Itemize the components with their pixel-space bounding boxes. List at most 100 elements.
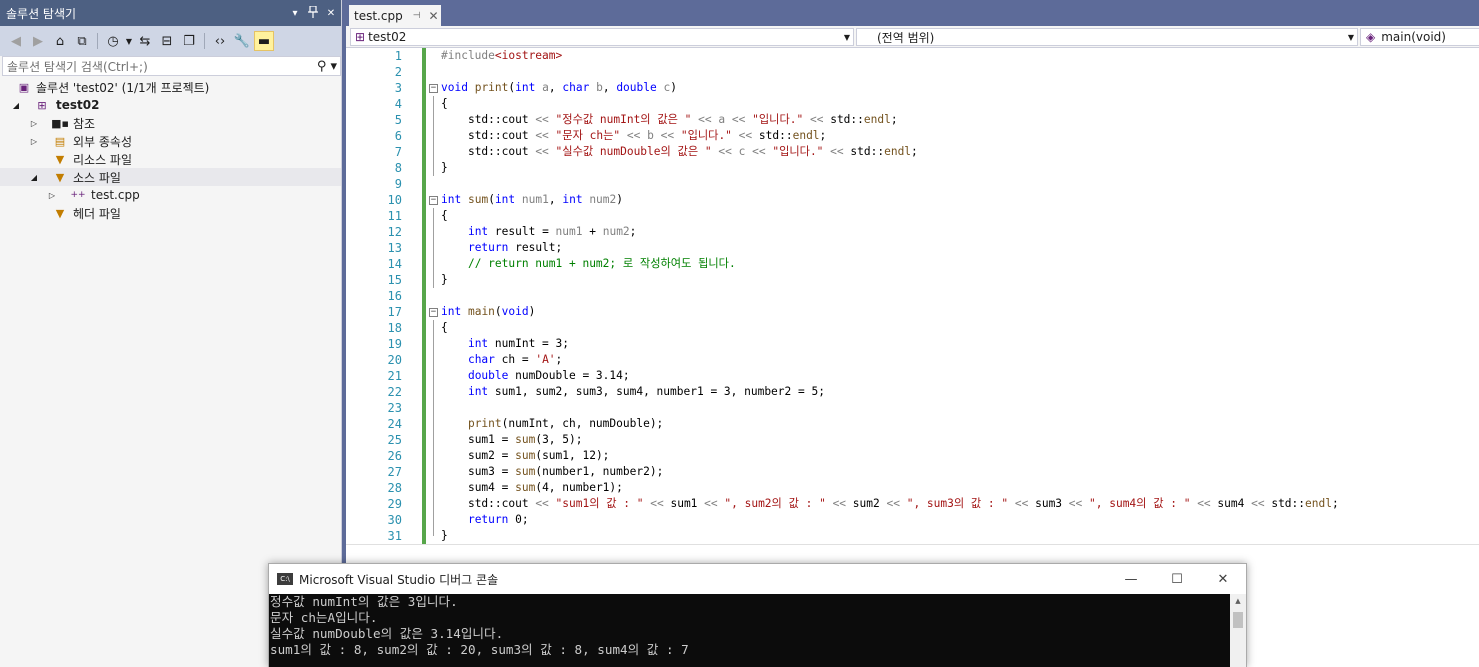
keyword: int	[467, 225, 489, 238]
collapsed-arrow-icon[interactable]: ▷	[46, 191, 58, 200]
close-icon[interactable]: ✕	[323, 8, 339, 19]
scope-dropdown[interactable]: (전역 범위) ▼	[856, 28, 1358, 46]
show-all-files-icon[interactable]: ❐	[179, 31, 199, 51]
brace: {	[441, 321, 448, 334]
code-text: (4, number1);	[535, 481, 623, 494]
close-icon[interactable]: ✕	[1200, 572, 1246, 587]
line-number: 12	[387, 225, 402, 239]
tree-item-resource-files[interactable]: ▼ 리소스 파일	[0, 150, 341, 168]
tree-item-header-files[interactable]: ▼ 헤더 파일	[0, 204, 341, 222]
string-literal: "입니다."	[772, 145, 824, 158]
code-text: result;	[508, 241, 563, 254]
line-number: 24	[387, 417, 402, 431]
line-number: 31	[387, 529, 402, 543]
dropdown-arrow-icon[interactable]: ▼	[125, 31, 133, 51]
keyword: int	[494, 193, 516, 206]
operator: <<	[698, 113, 712, 126]
code-line: − int sum(int num1, int num2)	[429, 193, 624, 206]
punct: ;	[629, 225, 637, 238]
collapse-toggle-icon[interactable]: −	[429, 84, 438, 93]
home-icon[interactable]: ⌂	[50, 31, 70, 51]
code-text: sum2	[846, 497, 887, 510]
line-number: 22	[387, 385, 402, 399]
minimize-icon[interactable]: —	[1108, 572, 1154, 587]
code-line: std::cout << "문자 ch는" << b << "입니다." << …	[429, 128, 1479, 144]
debug-console-window[interactable]: C:\ Microsoft Visual Studio 디버그 콘솔 — ☐ ✕…	[268, 563, 1247, 667]
pending-changes-filter-icon[interactable]: ◷	[103, 31, 123, 51]
namespace: std::	[1271, 497, 1306, 510]
line-number: 5	[394, 113, 402, 127]
collapsed-arrow-icon[interactable]: ▷	[28, 137, 40, 146]
preview-selected-items-icon[interactable]: ▬	[254, 31, 274, 51]
keyword: return	[467, 241, 509, 254]
expanded-arrow-icon[interactable]: ◢	[10, 101, 22, 110]
maximize-icon[interactable]: ☐	[1154, 572, 1200, 587]
code-line: − void print(int a, char b, double c)	[429, 80, 1479, 96]
namespace: std::	[758, 129, 793, 142]
tree-item-source-files[interactable]: ◢ ▼ 소스 파일	[0, 168, 341, 186]
project-dropdown[interactable]: ⊞ test02 ▼	[350, 28, 854, 46]
tab-label: test.cpp	[354, 8, 403, 23]
search-icon[interactable]: ⚲ ▾	[314, 59, 340, 74]
pin-icon[interactable]	[305, 4, 321, 21]
console-output[interactable]: 정수값 numInt의 값은 3입니다. 문자 ch는A입니다. 실수값 num…	[269, 594, 1230, 667]
scroll-up-icon[interactable]: ▲	[1230, 594, 1246, 608]
tree-item-solution[interactable]: ▣ 솔루션 'test02' (1/1개 프로젝트)	[0, 78, 341, 96]
string-literal: "입니다."	[680, 129, 732, 142]
function-name: endl	[792, 129, 820, 142]
view-code-icon[interactable]: ‹›	[210, 31, 230, 51]
collapse-toggle-icon[interactable]: −	[429, 308, 438, 317]
tree-item-label: 소스 파일	[73, 170, 121, 185]
tab-close-icon[interactable]: ✕	[429, 9, 439, 23]
collapse-toggle-icon[interactable]: −	[429, 196, 438, 205]
console-title: Microsoft Visual Studio 디버그 콘솔	[299, 572, 499, 587]
code-line: int numInt = 3;	[429, 336, 1479, 352]
code-text: sum3	[1028, 497, 1069, 510]
console-titlebar[interactable]: C:\ Microsoft Visual Studio 디버그 콘솔 — ☐ ✕	[269, 564, 1246, 594]
project-dropdown-value: test02	[368, 30, 407, 44]
code-line: − int main(void)	[429, 305, 536, 318]
switch-views-icon[interactable]: ⧉	[72, 31, 92, 51]
keyword: void	[441, 81, 468, 94]
parameter: c	[738, 145, 746, 158]
console-line: 정수값 numInt의 값은 3입니다.	[270, 594, 458, 609]
tree-item-external-deps[interactable]: ▷ ▤ 외부 종속성	[0, 132, 341, 150]
line-number: 13	[387, 241, 402, 255]
panel-options-icon[interactable]: ▾	[287, 8, 303, 19]
string-literal: "실수값 numDouble의 값은 "	[555, 145, 712, 158]
expanded-arrow-icon[interactable]: ◢	[28, 173, 40, 182]
code-line: double numDouble = 3.14;	[429, 368, 1479, 384]
code-text: ch =	[494, 353, 536, 366]
code-line: sum3 = sum(number1, number2);	[429, 464, 1479, 480]
sync-active-document-icon[interactable]: ⇆	[135, 31, 155, 51]
tree-item-test-cpp[interactable]: ▷ ++ test.cpp	[0, 186, 341, 204]
code-line: return 0;	[429, 512, 1479, 528]
member-dropdown[interactable]: ◈ main(void)	[1360, 28, 1479, 46]
code-line: std::cout << "실수값 numDouble의 값은 " << c <…	[429, 144, 1479, 160]
member-dropdown-value: main(void)	[1381, 30, 1446, 44]
solution-icon: ▣	[18, 80, 30, 94]
collapsed-arrow-icon[interactable]: ▷	[28, 119, 40, 128]
line-number: 30	[387, 513, 402, 527]
line-number: 29	[387, 497, 402, 511]
code-line: std::cout << "sum1의 값 : " << sum1 << ", …	[429, 496, 1479, 512]
line-number: 25	[387, 433, 402, 447]
properties-icon[interactable]: 🔧	[232, 31, 252, 51]
keyword: void	[501, 305, 529, 318]
operator: <<	[626, 129, 641, 142]
scrollbar-thumb[interactable]	[1233, 612, 1243, 628]
solution-explorer-search-input[interactable]: 솔루션 탐색기 검색(Ctrl+;) ⚲ ▾	[2, 56, 341, 76]
code-area[interactable]: #include<iostream> − void print(int a, ch…	[429, 48, 1479, 544]
collapse-all-icon[interactable]: ⊟	[157, 31, 177, 51]
back-icon[interactable]: ◀	[6, 31, 26, 51]
tree-item-project[interactable]: ◢ ⊞ test02	[0, 96, 341, 114]
parameter: a	[718, 113, 726, 126]
tree-item-references[interactable]: ▷ ■▪ 참조	[0, 114, 341, 132]
tab-test-cpp[interactable]: test.cpp ⊣ ✕	[349, 5, 441, 26]
tree-item-label: 리소스 파일	[73, 152, 133, 167]
namespace: std::	[850, 145, 885, 158]
forward-icon[interactable]: ▶	[28, 31, 48, 51]
line-number: 21	[387, 369, 402, 383]
tab-pin-icon[interactable]: ⊣	[413, 11, 421, 21]
console-scrollbar[interactable]: ▲	[1230, 594, 1246, 667]
